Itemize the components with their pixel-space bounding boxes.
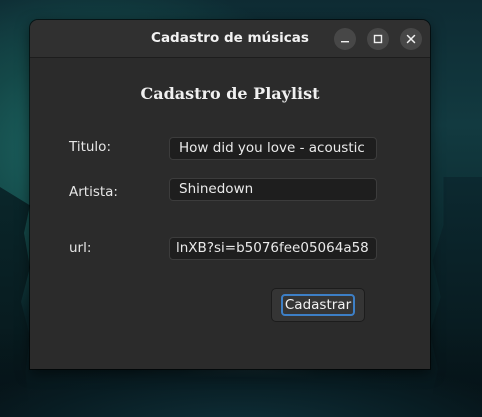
window-titlebar[interactable]: Cadastro de músicas [30, 20, 430, 58]
titulo-label: Titulo: [69, 139, 111, 155]
artista-input[interactable]: Shinedown [169, 178, 377, 201]
titulo-input[interactable]: How did you love - acoustic [169, 137, 377, 160]
minimize-button[interactable] [334, 28, 356, 50]
form-heading: Cadastro de Playlist [140, 84, 320, 103]
cadastrar-button[interactable]: Cadastrar [281, 294, 355, 316]
url-input[interactable]: lnXB?si=b5076fee05064a58 [169, 237, 377, 260]
artista-label: Artista: [69, 184, 118, 200]
submit-button-frame[interactable]: Cadastrar [271, 288, 365, 322]
app-window: Cadastro de músicas Cadastro de Playlist… [30, 20, 430, 369]
minimize-icon [341, 41, 349, 43]
maximize-button[interactable] [367, 28, 389, 50]
close-icon [406, 34, 416, 44]
maximize-icon [373, 34, 383, 44]
close-button[interactable] [400, 28, 422, 50]
url-label: url: [69, 240, 92, 256]
